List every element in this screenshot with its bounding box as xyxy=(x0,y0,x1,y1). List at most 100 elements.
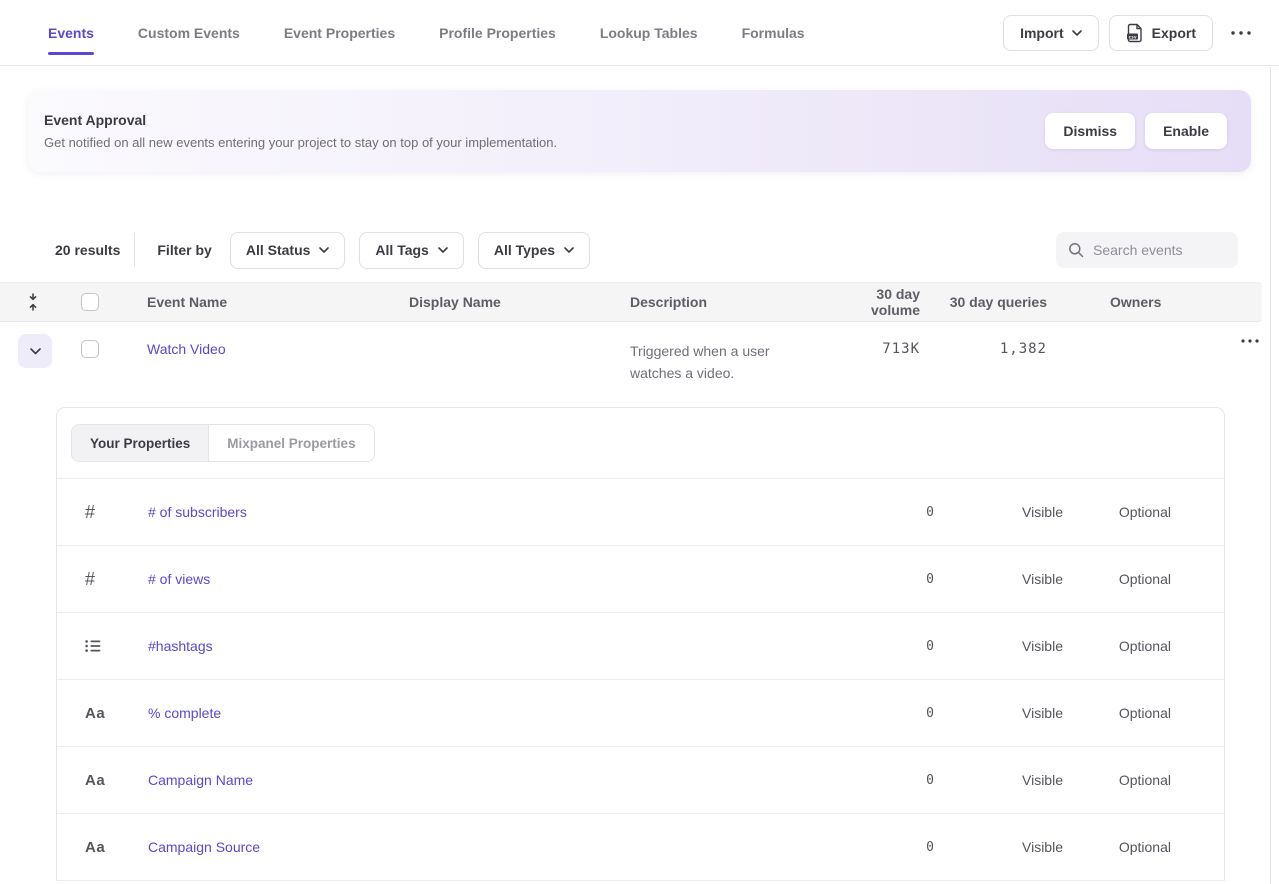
property-link[interactable]: Campaign Name xyxy=(148,772,253,788)
export-button[interactable]: csv Export xyxy=(1109,15,1213,51)
row-checkbox[interactable] xyxy=(81,340,99,358)
property-query-count: 0 xyxy=(757,505,935,520)
property-visibility: Visible xyxy=(935,839,1063,855)
import-button[interactable]: Import xyxy=(1003,15,1099,51)
export-button-label: Export xyxy=(1152,25,1196,41)
property-link[interactable]: #hashtags xyxy=(148,638,213,654)
property-link[interactable]: # of views xyxy=(148,571,210,587)
tags-filter-value: All Tags xyxy=(375,242,428,258)
property-row: #hashtags 0 Visible Optional xyxy=(57,613,1224,680)
event-description-line2: watches a video. xyxy=(630,362,830,384)
property-query-count: 0 xyxy=(757,572,935,587)
col-description: Description xyxy=(630,294,830,310)
select-all-checkbox[interactable] xyxy=(81,293,99,311)
property-link[interactable]: % complete xyxy=(148,705,221,721)
ellipsis-icon xyxy=(1241,339,1259,343)
status-filter-value: All Status xyxy=(246,242,311,258)
tab-event-properties[interactable]: Event Properties xyxy=(284,19,395,55)
chevron-down-icon xyxy=(30,348,41,355)
chevron-down-icon xyxy=(438,247,448,253)
tab-formulas[interactable]: Formulas xyxy=(742,19,805,55)
page-right-border xyxy=(1270,67,1271,884)
dismiss-button[interactable]: Dismiss xyxy=(1045,113,1135,149)
results-count: 20 results xyxy=(55,242,120,258)
property-query-count: 0 xyxy=(757,773,935,788)
property-requirement: Optional xyxy=(1063,638,1171,654)
status-filter-dropdown[interactable]: All Status xyxy=(230,232,346,269)
property-requirement: Optional xyxy=(1063,772,1171,788)
search-input[interactable] xyxy=(1093,242,1226,258)
banner-title: Event Approval xyxy=(44,112,1045,128)
col-30-day-volume: 30 day volume xyxy=(830,286,920,318)
tags-filter-dropdown[interactable]: All Tags xyxy=(359,232,463,269)
property-query-count: 0 xyxy=(757,840,935,855)
top-navigation: Events Custom Events Event Properties Pr… xyxy=(0,0,1279,66)
search-icon xyxy=(1068,242,1084,258)
property-link[interactable]: # of subscribers xyxy=(148,504,247,520)
banner-description: Get notified on all new events entering … xyxy=(44,135,1045,150)
tab-lookup-tables[interactable]: Lookup Tables xyxy=(600,19,698,55)
lexicon-tabs: Events Custom Events Event Properties Pr… xyxy=(48,15,805,51)
tab-your-properties[interactable]: Your Properties xyxy=(72,425,208,461)
property-query-count: 0 xyxy=(757,639,935,654)
chevron-down-icon xyxy=(564,247,574,253)
col-owners: Owners xyxy=(1110,294,1220,310)
text-type-icon: Aa xyxy=(85,772,105,789)
enable-button[interactable]: Enable xyxy=(1145,113,1227,149)
types-filter-value: All Types xyxy=(494,242,555,258)
property-requirement: Optional xyxy=(1063,839,1171,855)
event-description-line1: Triggered when a user xyxy=(630,340,830,362)
property-requirement: Optional xyxy=(1063,571,1171,587)
event-approval-banner: Event Approval Get notified on all new e… xyxy=(28,90,1251,172)
property-requirement: Optional xyxy=(1063,504,1171,520)
more-options-button[interactable] xyxy=(1223,15,1259,51)
tab-mixpanel-properties[interactable]: Mixpanel Properties xyxy=(208,425,373,461)
tab-custom-events[interactable]: Custom Events xyxy=(138,19,240,55)
volume-value: 713K xyxy=(830,322,920,357)
col-event-name: Event Name xyxy=(147,294,409,310)
collapse-all-button[interactable] xyxy=(0,293,66,311)
property-visibility: Visible xyxy=(935,772,1063,788)
number-type-icon: # xyxy=(85,502,95,523)
property-requirement: Optional xyxy=(1063,705,1171,721)
filter-toolbar: 20 results Filter by All Status All Tags… xyxy=(0,232,1279,268)
collapse-all-icon xyxy=(27,293,39,311)
property-row: # # of views 0 Visible Optional xyxy=(57,546,1224,613)
filter-by-label: Filter by xyxy=(157,242,211,258)
property-row: Aa Campaign Name 0 Visible Optional xyxy=(57,747,1224,814)
chevron-down-icon xyxy=(1072,30,1082,36)
csv-file-icon: csv xyxy=(1126,23,1144,43)
properties-panel: Your Properties Mixpanel Properties # # … xyxy=(56,407,1225,881)
list-type-icon xyxy=(85,639,101,653)
event-description: Triggered when a user watches a video. xyxy=(630,322,830,384)
property-link[interactable]: Campaign Source xyxy=(148,839,260,855)
property-visibility: Visible xyxy=(935,571,1063,587)
col-display-name: Display Name xyxy=(409,294,630,310)
types-filter-dropdown[interactable]: All Types xyxy=(478,232,590,269)
text-type-icon: Aa xyxy=(85,705,105,722)
row-more-options-button[interactable] xyxy=(1233,339,1267,343)
import-button-label: Import xyxy=(1020,25,1064,41)
chevron-down-icon xyxy=(319,247,329,253)
property-visibility: Visible xyxy=(935,504,1063,520)
col-30-day-queries: 30 day queries xyxy=(920,294,1047,310)
queries-value: 1,382 xyxy=(920,322,1047,357)
property-row: Aa % complete 0 Visible Optional xyxy=(57,680,1224,747)
ellipsis-icon xyxy=(1231,31,1251,35)
events-table-header: Event Name Display Name Description 30 d… xyxy=(0,282,1262,322)
property-row: Aa Campaign Source 0 Visible Optional xyxy=(57,814,1224,881)
number-type-icon: # xyxy=(85,569,95,590)
search-box xyxy=(1056,232,1238,268)
text-type-icon: Aa xyxy=(85,839,105,856)
tab-profile-properties[interactable]: Profile Properties xyxy=(439,19,556,55)
property-visibility: Visible xyxy=(935,638,1063,654)
collapse-row-button[interactable] xyxy=(18,334,52,368)
properties-tab-group: Your Properties Mixpanel Properties xyxy=(71,424,375,462)
tab-events[interactable]: Events xyxy=(48,19,94,55)
property-visibility: Visible xyxy=(935,705,1063,721)
property-row: # # of subscribers 0 Visible Optional xyxy=(57,479,1224,546)
event-row-watch-video: Watch Video Triggered when a user watche… xyxy=(0,322,1279,407)
svg-text:csv: csv xyxy=(1128,35,1137,40)
property-query-count: 0 xyxy=(757,706,935,721)
event-name-link[interactable]: Watch Video xyxy=(147,341,226,357)
